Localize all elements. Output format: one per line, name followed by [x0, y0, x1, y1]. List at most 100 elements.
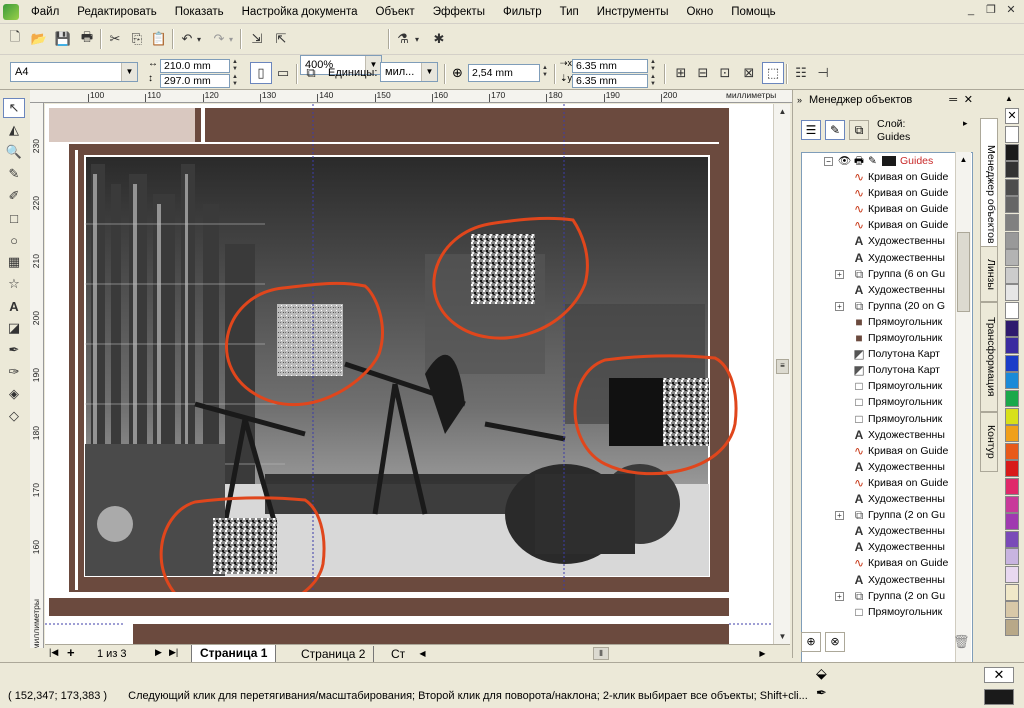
- nudge-field[interactable]: 2,54 mm: [468, 64, 540, 82]
- outline-tool-icon[interactable]: ✑: [3, 362, 25, 382]
- paste-icon[interactable]: 📋: [148, 28, 170, 50]
- object-row[interactable]: ■ Прямоугольник: [802, 314, 962, 330]
- color-swatch[interactable]: [1005, 442, 1019, 460]
- menu-item-0[interactable]: Файл: [22, 5, 68, 19]
- menu-item-4[interactable]: Объект: [367, 5, 424, 19]
- menu-item-10[interactable]: Помощь: [722, 5, 784, 19]
- object-row[interactable]: ∿ Кривая on Guide: [802, 475, 962, 491]
- add-page-icon[interactable]: +: [67, 645, 75, 660]
- halftone-image-3[interactable]: [663, 378, 709, 446]
- object-row[interactable]: + ⧉ Группа (2 on Gu: [802, 507, 962, 523]
- eyedropper-tool-icon[interactable]: ✒: [3, 340, 25, 360]
- expand-icon[interactable]: +: [835, 511, 844, 521]
- snap-objects-icon[interactable]: ⊡: [714, 62, 736, 84]
- color-swatch[interactable]: [1005, 196, 1019, 214]
- shape-tool-icon[interactable]: ◭: [3, 120, 25, 140]
- new-document-icon[interactable]: 🗋: [4, 28, 26, 50]
- print-icon[interactable]: 🖶: [76, 28, 98, 50]
- color-swatch[interactable]: [1005, 143, 1019, 161]
- object-row[interactable]: A Художественны: [802, 539, 962, 555]
- halftone-image-4[interactable]: [213, 518, 277, 574]
- color-swatch[interactable]: [1005, 566, 1019, 583]
- h-scroll-thumb[interactable]: ⦀: [593, 647, 609, 660]
- tab-contour[interactable]: Контур: [980, 412, 998, 472]
- fill-tool-icon[interactable]: ◈: [3, 384, 25, 404]
- corel-online-icon[interactable]: ✱: [428, 28, 450, 50]
- tree-scroll-thumb[interactable]: [957, 232, 970, 312]
- tab-page-1[interactable]: Страница 1: [191, 645, 277, 663]
- object-row[interactable]: □ Прямоугольник: [802, 394, 962, 410]
- text-tool-icon[interactable]: A: [3, 296, 25, 316]
- minimize-icon[interactable]: _: [962, 3, 980, 19]
- fill-bucket-icon[interactable]: ⬙: [816, 665, 827, 682]
- docker-grip-icon[interactable]: ═: [949, 90, 957, 110]
- import-icon[interactable]: ⇲: [246, 28, 268, 50]
- dup-x-spinner-icon[interactable]: ▲ ▼: [648, 59, 658, 73]
- export-icon[interactable]: ⇱: [270, 28, 292, 50]
- color-swatch[interactable]: [1005, 161, 1019, 179]
- scroll-left-icon[interactable]: ◀: [415, 646, 430, 661]
- menu-item-7[interactable]: Тип: [551, 5, 588, 19]
- object-row[interactable]: A Художественны: [802, 250, 962, 266]
- page-height-field[interactable]: 297.0 mm: [160, 74, 230, 88]
- next-page-icon[interactable]: ▶: [155, 647, 162, 658]
- object-row[interactable]: ∿ Кривая on Guide: [802, 555, 962, 571]
- eye-icon[interactable]: 👁: [838, 153, 851, 169]
- scroll-down-icon[interactable]: ▼: [775, 629, 790, 644]
- first-page-icon[interactable]: |◀: [49, 647, 58, 658]
- snap-grid-icon[interactable]: ⊞: [670, 62, 692, 84]
- color-swatch[interactable]: [1005, 548, 1019, 566]
- interactive-fill-tool-icon[interactable]: ◇: [3, 406, 25, 426]
- color-swatch[interactable]: [1005, 249, 1019, 267]
- layer-row-guides[interactable]: − 👁 🖶 ✎ Guides: [802, 153, 962, 169]
- halftone-image-1[interactable]: [277, 304, 343, 376]
- color-swatch[interactable]: [1005, 284, 1019, 302]
- units-combo[interactable]: мил... ▼: [380, 62, 438, 82]
- width-spinner-icon[interactable]: ▲ ▼: [230, 59, 240, 73]
- no-color-swatch[interactable]: ✕: [1005, 108, 1019, 124]
- tab-page-3[interactable]: Ст: [385, 646, 411, 662]
- application-launcher-icon[interactable]: ⚗: [392, 28, 414, 50]
- menu-item-6[interactable]: Фильтр: [494, 5, 551, 19]
- page-size-combo[interactable]: A4 ▼: [10, 62, 138, 82]
- freehand-tool-icon[interactable]: ✎: [3, 164, 25, 184]
- object-row[interactable]: A Художественны: [802, 523, 962, 539]
- color-swatch[interactable]: [1005, 372, 1019, 390]
- expand-icon[interactable]: +: [835, 591, 844, 601]
- object-row[interactable]: A Художественны: [802, 572, 962, 588]
- color-swatch[interactable]: [1005, 178, 1019, 196]
- scroll-up-icon[interactable]: ▲: [956, 152, 971, 167]
- tab-page-2[interactable]: Страница 2: [293, 646, 375, 662]
- align-icon[interactable]: ⊣: [812, 62, 834, 84]
- object-row[interactable]: □ Прямоугольник: [802, 604, 962, 620]
- object-row[interactable]: + ⧉ Группа (20 on G: [802, 298, 962, 314]
- printer-icon[interactable]: 🖶: [854, 153, 864, 169]
- zoom-tool-icon[interactable]: 🔍: [3, 142, 25, 162]
- color-swatch[interactable]: [1005, 513, 1019, 531]
- layer-manager-view-icon[interactable]: ⧉: [849, 120, 869, 140]
- height-spinner-icon[interactable]: ▲ ▼: [230, 74, 240, 88]
- menu-item-8[interactable]: Инструменты: [588, 5, 678, 19]
- color-swatch[interactable]: [1005, 495, 1019, 513]
- object-row[interactable]: A Художественны: [802, 459, 962, 475]
- ellipse-tool-icon[interactable]: ○: [3, 230, 25, 250]
- expand-icon[interactable]: +: [835, 301, 844, 311]
- rectangle-tool-icon[interactable]: □: [3, 208, 25, 228]
- snap-guidelines-icon[interactable]: ⊟: [692, 62, 714, 84]
- object-row[interactable]: ∿ Кривая on Guide: [802, 217, 962, 233]
- collapse-arrow-icon[interactable]: »: [797, 90, 802, 110]
- edit-across-layers-icon[interactable]: ✎: [825, 120, 845, 140]
- object-row[interactable]: ∿ Кривая on Guide: [802, 185, 962, 201]
- scroll-up-icon[interactable]: ▲: [775, 104, 790, 119]
- options-icon[interactable]: ☷: [790, 62, 812, 84]
- object-row[interactable]: □ Прямоугольник: [802, 411, 962, 427]
- object-row[interactable]: A Художественны: [802, 282, 962, 298]
- nudge-spinner-icon[interactable]: ▲ ▼: [540, 65, 550, 79]
- tab-lens[interactable]: Линзы: [980, 246, 998, 302]
- object-row[interactable]: A Художественны: [802, 491, 962, 507]
- save-icon[interactable]: 💾: [52, 28, 74, 50]
- docker-close-icon[interactable]: ✕: [964, 90, 973, 110]
- basic-shapes-tool-icon[interactable]: ☆: [3, 274, 25, 294]
- docker-menu-icon[interactable]: ▸: [963, 118, 968, 129]
- object-row[interactable]: ∿ Кривая on Guide: [802, 443, 962, 459]
